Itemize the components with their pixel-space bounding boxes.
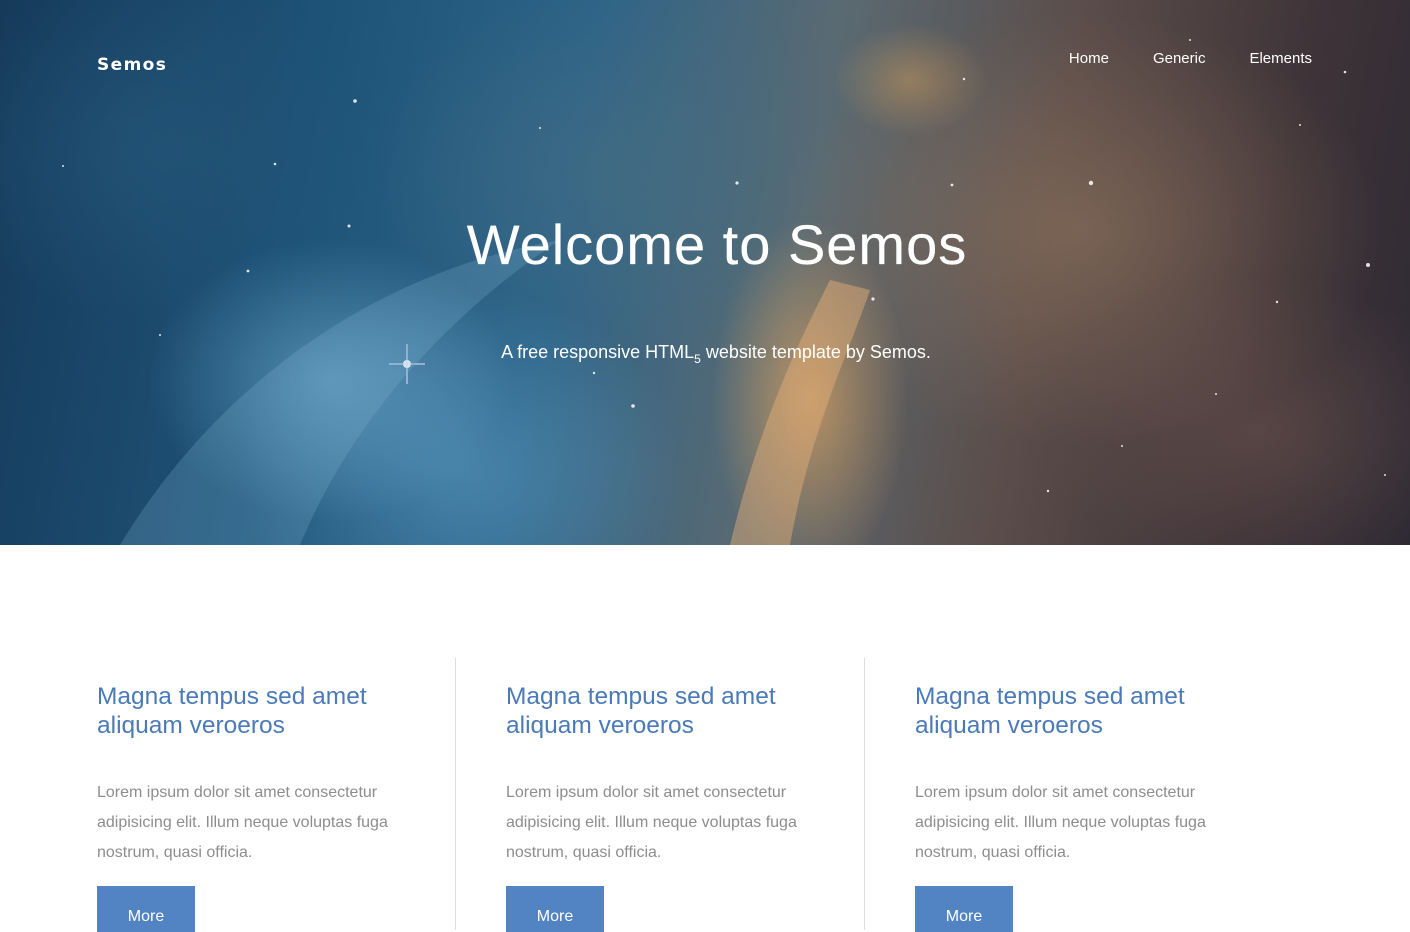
feature-title: Magna tempus sed amet aliquam veroeros bbox=[915, 683, 1185, 739]
feature-column: Magna tempus sed amet aliquam veroeros L… bbox=[97, 658, 455, 932]
feature-column: Magna tempus sed amet aliquam veroeros L… bbox=[455, 658, 864, 932]
hero-subtitle-start: A free responsive HTML bbox=[501, 342, 695, 362]
feature-text: Lorem ipsum dolor sit amet consectetur a… bbox=[915, 784, 1206, 861]
feature-text: Lorem ipsum dolor sit amet consectetur a… bbox=[506, 784, 797, 861]
main-nav: Home Generic Elements bbox=[1025, 49, 1312, 69]
more-button[interactable]: More bbox=[915, 886, 1013, 932]
features-section: Magna tempus sed amet aliquam veroeros L… bbox=[97, 658, 1313, 932]
nav-home-link[interactable]: Home bbox=[1069, 49, 1109, 69]
hero-subtitle-sub: 5 bbox=[694, 352, 701, 366]
nav-elements-link[interactable]: Elements bbox=[1249, 49, 1312, 69]
hero-banner: Semos Home Generic Elements Welcome to S… bbox=[0, 0, 1410, 545]
feature-title: Magna tempus sed amet aliquam veroeros bbox=[506, 683, 776, 739]
hero-subtitle-end: website template by Semos. bbox=[700, 342, 931, 362]
hero-title: Welcome to Semos bbox=[466, 213, 968, 276]
feature-text: Lorem ipsum dolor sit amet consectetur a… bbox=[97, 784, 388, 861]
more-button[interactable]: More bbox=[506, 886, 604, 932]
site-logo[interactable]: Semos bbox=[97, 55, 167, 75]
feature-column: Magna tempus sed amet aliquam veroeros L… bbox=[864, 658, 1273, 932]
feature-title: Magna tempus sed amet aliquam veroeros bbox=[97, 683, 367, 739]
hero-subtitle: A free responsive HTML5 website template… bbox=[0, 340, 1410, 371]
nav-generic-link[interactable]: Generic bbox=[1153, 49, 1206, 69]
more-button[interactable]: More bbox=[97, 886, 195, 932]
